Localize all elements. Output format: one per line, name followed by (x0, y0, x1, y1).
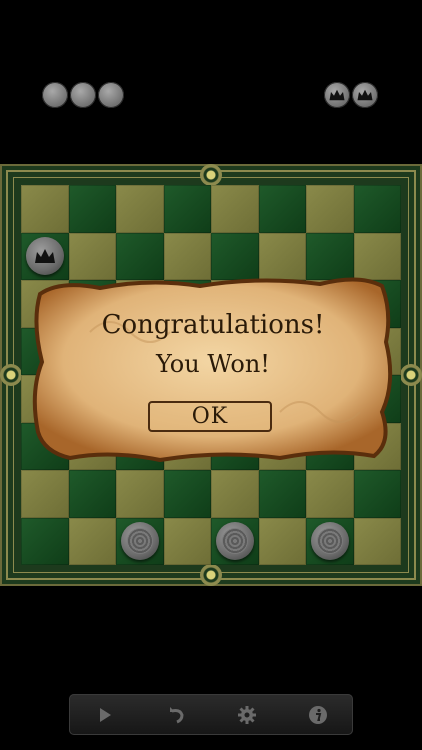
captured-man (42, 82, 68, 108)
bottom-toolbar (69, 694, 353, 735)
captured-pieces-left (42, 82, 124, 108)
piece-ring (126, 528, 153, 555)
crown-icon (357, 89, 373, 101)
undo-button[interactable] (156, 697, 196, 733)
play-button[interactable] (85, 697, 125, 733)
piece-ring (221, 528, 248, 555)
crown-icon (34, 249, 55, 264)
crown-icon (329, 89, 345, 101)
medallion-ornament (0, 364, 22, 386)
ok-button[interactable]: OK (148, 401, 272, 432)
congratulations-text: Congratulations! (101, 310, 325, 340)
captured-king (324, 82, 350, 108)
captured-man (98, 82, 124, 108)
king-piece[interactable] (25, 237, 64, 276)
victory-dialog: Congratulations! You Won! OK (30, 272, 396, 462)
info-button[interactable] (298, 697, 338, 733)
you-won-text: You Won! (156, 350, 270, 378)
captured-king (352, 82, 378, 108)
captured-man (70, 82, 96, 108)
captured-pieces-right (324, 82, 378, 108)
settings-button[interactable] (227, 697, 267, 733)
medallion-ornament (200, 564, 222, 586)
checker-piece[interactable] (120, 522, 159, 561)
medallion-ornament (400, 364, 422, 386)
checker-piece[interactable] (215, 522, 254, 561)
play-icon (99, 707, 111, 722)
checker-piece[interactable] (310, 522, 349, 561)
undo-icon (169, 706, 184, 723)
piece-ring (316, 528, 343, 555)
gear-icon (237, 705, 256, 724)
medallion-ornament (200, 164, 222, 186)
info-icon (308, 705, 327, 724)
